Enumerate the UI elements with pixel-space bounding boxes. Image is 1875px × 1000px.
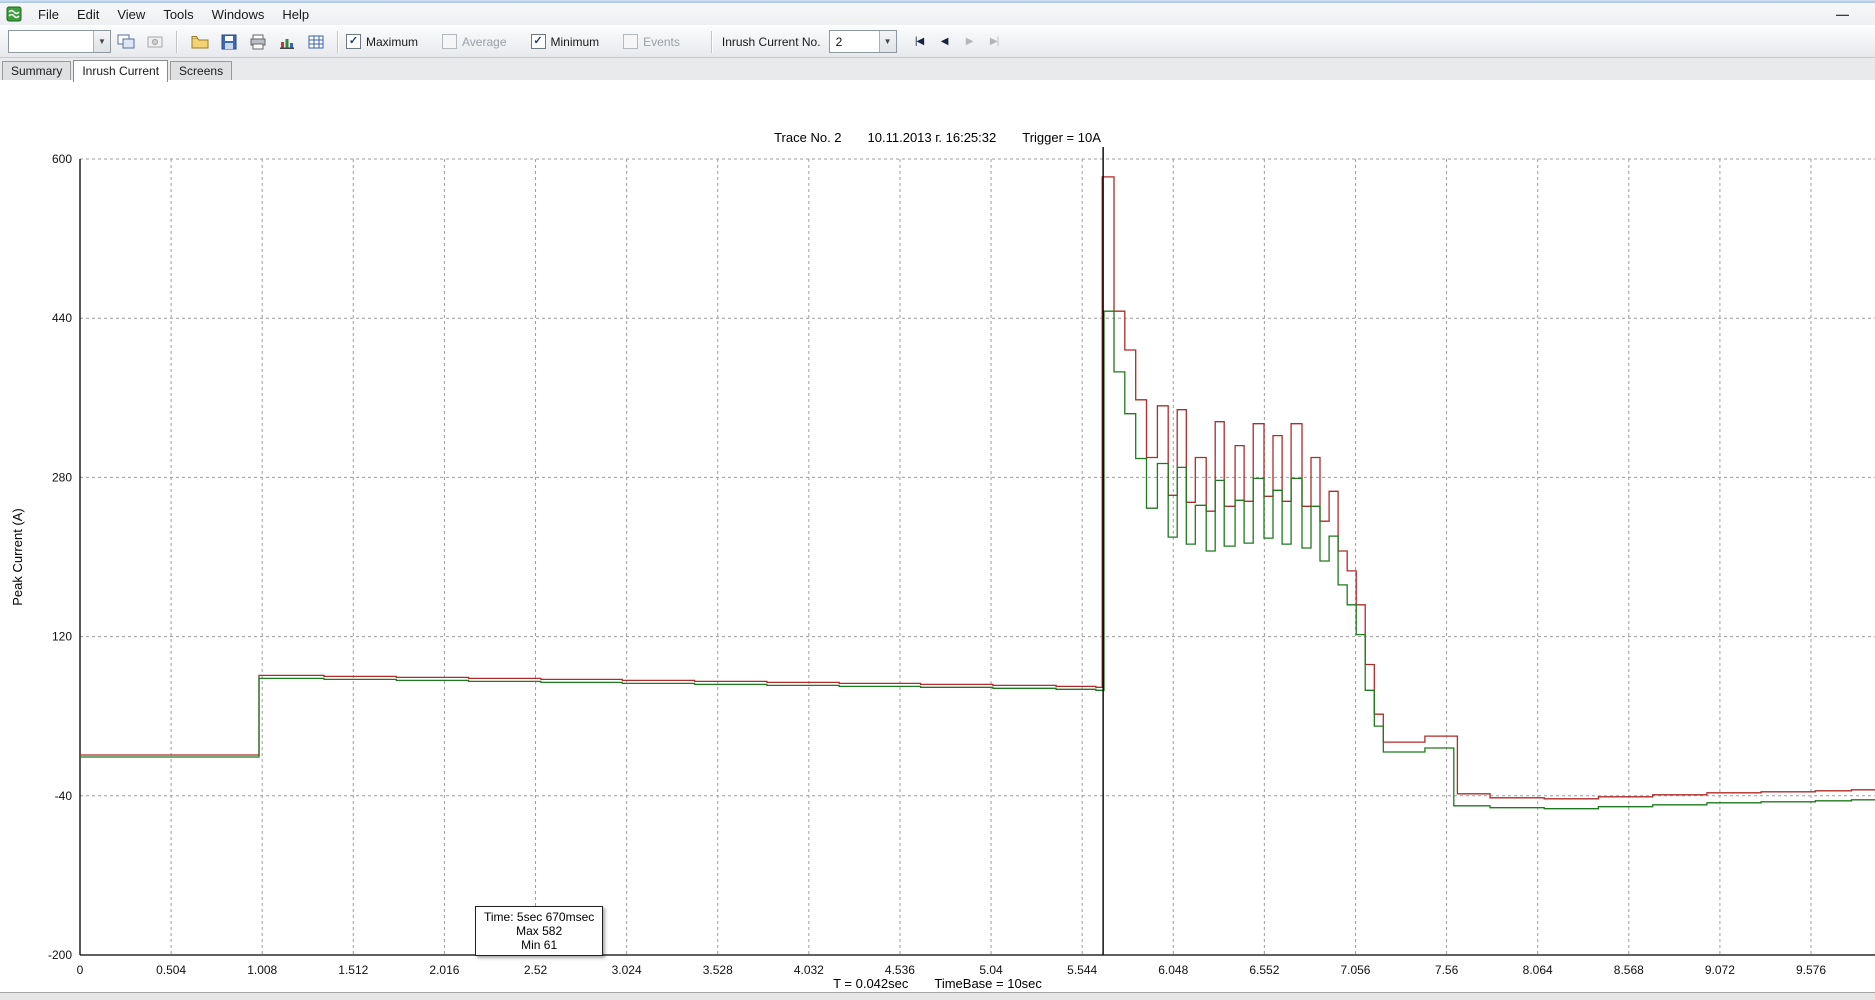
- tooltip-time: Time: 5sec 670msec: [484, 910, 594, 924]
- inrush-current-chart[interactable]: 0 0.504 1.008 1.512 2.016 2.52 3.024 3.528 4.032…: [0, 0, 1875, 993]
- svg-text:0.504: 0.504: [156, 963, 186, 977]
- y-axis-title: Peak Current (A): [10, 477, 26, 637]
- trace-number-label: Trace No. 2: [774, 130, 841, 145]
- svg-text:2.016: 2.016: [429, 963, 459, 977]
- sample-time-label: T = 0.042sec: [833, 976, 908, 991]
- svg-text:9.576: 9.576: [1796, 963, 1826, 977]
- svg-text:7.056: 7.056: [1340, 963, 1370, 977]
- x-axis-footer: T = 0.042sec TimeBase = 10sec: [0, 976, 1875, 991]
- trigger-label: Trigger = 10A: [1022, 130, 1101, 145]
- chart-title: Trace No. 2 10.11.2013 г. 16:25:32 Trigger…: [0, 130, 1875, 145]
- svg-text:600: 600: [52, 152, 72, 166]
- status-bar: [0, 992, 1875, 1000]
- svg-text:440: 440: [52, 311, 72, 325]
- svg-text:1.008: 1.008: [247, 963, 277, 977]
- tooltip-min: Min 61: [484, 938, 594, 952]
- svg-text:4.032: 4.032: [794, 963, 824, 977]
- svg-text:6.048: 6.048: [1158, 963, 1188, 977]
- svg-text:5.544: 5.544: [1067, 963, 1097, 977]
- trace-datetime-label: 10.11.2013 г. 16:25:32: [868, 130, 997, 145]
- svg-text:280: 280: [52, 470, 72, 484]
- svg-text:5.04: 5.04: [979, 963, 1003, 977]
- svg-text:2.52: 2.52: [524, 963, 548, 977]
- svg-text:-40: -40: [55, 789, 73, 803]
- svg-text:0: 0: [77, 963, 84, 977]
- svg-text:-200: -200: [48, 948, 72, 962]
- svg-text:6.552: 6.552: [1249, 963, 1279, 977]
- svg-text:7.56: 7.56: [1435, 963, 1459, 977]
- svg-text:8.064: 8.064: [1523, 963, 1553, 977]
- svg-text:1.512: 1.512: [338, 963, 368, 977]
- svg-text:8.568: 8.568: [1614, 963, 1644, 977]
- svg-text:3.528: 3.528: [703, 963, 733, 977]
- timebase-label: TimeBase = 10sec: [934, 976, 1042, 991]
- cursor-tooltip: Time: 5sec 670msec Max 582 Min 61: [475, 906, 603, 956]
- svg-text:9.072: 9.072: [1705, 963, 1735, 977]
- tooltip-max: Max 582: [484, 924, 594, 938]
- tab-inrush-current[interactable]: Inrush Current: [73, 60, 168, 82]
- svg-text:120: 120: [52, 630, 72, 644]
- svg-text:4.536: 4.536: [885, 963, 915, 977]
- svg-text:3.024: 3.024: [612, 963, 642, 977]
